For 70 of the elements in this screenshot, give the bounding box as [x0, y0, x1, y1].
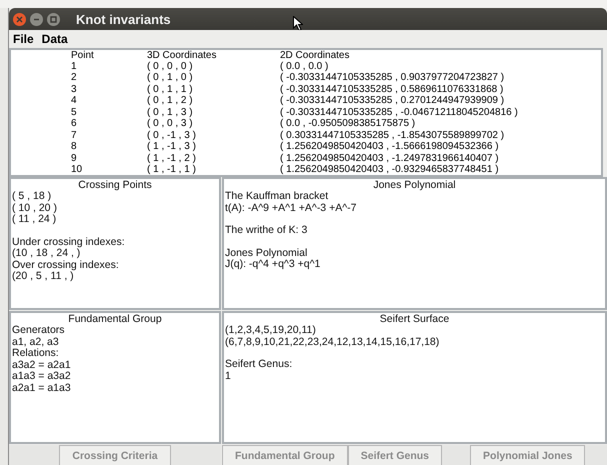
table-cell-text: ( -0.30331447105335285 , -0.046712118045204816 ) — [280, 106, 519, 118]
table-cell-text: ( 1.2562049850420403 , -1.5666198094532366 ) — [280, 141, 500, 153]
mouse-pointer-icon — [292, 16, 303, 30]
maximize-button[interactable] — [47, 12, 60, 26]
table-cell-text: ( 0 , 1 , 1 ) — [147, 84, 194, 96]
table-cell-text: ( 0 , 0 , 0 ) — [147, 60, 194, 72]
table-cell-text: 2 — [70, 72, 78, 84]
table-cell-text: ( 0.0 , -0.9505098385175875 ) — [280, 118, 416, 130]
text-line: The writhe of K: 3 — [225, 225, 308, 236]
table-cell-text: ( 1 , -1 , 1 ) — [147, 164, 197, 175]
text-line: The Kauffman bracket — [225, 191, 330, 202]
table-cell-text: ( 0.30331447105335285 , -1.8543075589899702 ) — [280, 130, 506, 142]
text-line: ( 11 , 24 ) — [12, 214, 58, 226]
text-line: a2a1 = a1a3 — [12, 382, 72, 394]
text-line: ( 10 , 20 ) — [12, 202, 58, 214]
table-cell-text: ( 0 , -1 , 3 ) — [147, 130, 197, 142]
tab-button[interactable]: Polynomial Jones — [470, 445, 586, 465]
text-line: t(A): -A^9 +A^1 +A^-3 +A^-7 — [225, 202, 358, 214]
text-line: Under crossing indexes: — [12, 236, 126, 248]
text-line: a3a2 = a2a1 — [12, 360, 72, 371]
table-cell-text: 9 — [70, 152, 78, 164]
minimize-button[interactable] — [30, 12, 43, 26]
menu-item[interactable]: Data — [42, 32, 68, 46]
panel-title: Seifert Surface — [378, 313, 450, 325]
text-line: Over crossing indexes: — [12, 260, 120, 270]
table-cell-text: ( 0 , 0 , 3 ) — [147, 118, 194, 130]
tab-button[interactable]: Seifert Genus — [348, 445, 442, 465]
tab-button[interactable]: Fundamental Group — [222, 445, 348, 465]
text-line: (20 , 5 , 11 , ) — [12, 271, 74, 282]
column-header: 3D Coordinates — [147, 50, 218, 62]
table-cell-text: 8 — [70, 141, 78, 153]
table-cell-text: ( 0.0 , 0.0 ) — [280, 60, 330, 72]
text-line: (6,7,8,9,10,21,22,23,24,12,13,14,15,16,17,18) — [225, 336, 440, 348]
text-line: a1a3 = a3a2 — [12, 371, 72, 382]
table-cell-text: ( 0 , 1 , 0 ) — [147, 72, 194, 84]
text-line: J(q): -q^4 +q^3 +q^1 — [225, 259, 322, 270]
text-line: Relations: — [12, 348, 60, 360]
column-header: 2D Coordinates — [280, 50, 350, 62]
window-title: Knot invariants — [76, 12, 171, 26]
text-line: Jones Polynomial — [225, 248, 308, 259]
panel-title: Crossing Points — [77, 179, 153, 191]
table-cell-text: ( 1.2562049850420403 , -0.9329465837748451 ) — [280, 164, 500, 175]
text-line: ( 5 , 18 ) — [12, 191, 52, 202]
text-line: Generators — [12, 325, 66, 336]
table-cell-text: 7 — [70, 130, 78, 142]
text-line: (1,2,3,4,5,19,20,11) — [225, 325, 317, 336]
table-cell-text: ( -0.30331447105335285 , 0.2701244947939909 ) — [280, 95, 506, 107]
table-cell-text: ( 1 , -1 , 2 ) — [147, 152, 197, 164]
table-cell-text: ( 0 , 1 , 3 ) — [147, 106, 194, 118]
tab-button[interactable]: Crossing Criteria — [59, 445, 171, 465]
table-cell-text: 6 — [70, 118, 78, 130]
close-button[interactable] — [13, 12, 26, 26]
table-cell-text: 4 — [70, 95, 78, 107]
table-cell-text: 5 — [70, 106, 78, 118]
panel-title: Fundamental Group — [67, 313, 163, 325]
table-cell-text: 3 — [70, 84, 78, 96]
table-cell-text: ( -0.30331447105335285 , 0.5869611076331868 ) — [280, 84, 504, 96]
text-line: (10 , 18 , 24 , ) — [12, 248, 80, 260]
table-cell-text: ( 0 , 1 , 2 ) — [147, 95, 194, 107]
text-line: 1 — [225, 370, 232, 382]
table-cell-text: ( 1.2562049850420403 , -1.2497831966140407 ) — [280, 152, 500, 164]
table-cell-text: ( -0.30331447105335285 , 0.9037977204723827 ) — [280, 72, 506, 84]
text-line: a1, a2, a3 — [12, 336, 60, 348]
table-cell-text: 10 — [70, 164, 84, 175]
menu-item[interactable]: File — [13, 32, 34, 46]
column-header: Point — [70, 50, 95, 62]
panel-title: Jones Polynomial — [372, 179, 457, 191]
text-line: Seifert Genus: — [225, 359, 294, 370]
table-cell-text: 1 — [70, 60, 78, 72]
table-cell-text: ( 1 , -1 , 3 ) — [147, 141, 197, 153]
